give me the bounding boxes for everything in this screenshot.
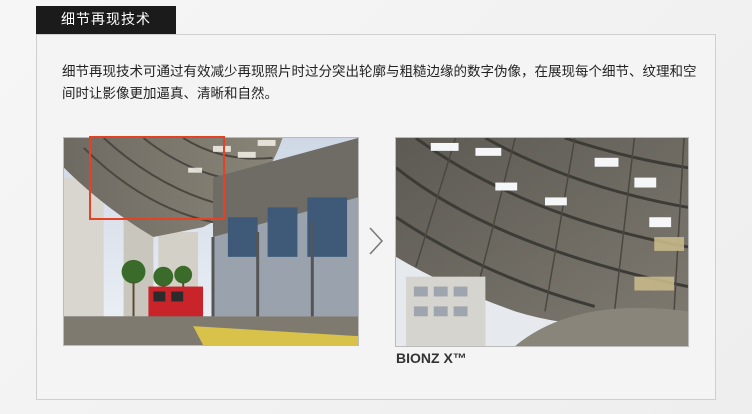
after-photo-caption: BIONZ X™ (396, 350, 467, 366)
section-title-tab: 细节再现技术 (36, 6, 176, 34)
section-description: 细节再现技术可通过有效减少再现照片时过分突出轮廓与粗糙边缘的数字伪像，在展现每个… (62, 64, 697, 102)
canopy-detail-image (396, 138, 688, 346)
zoom-region-highlight (89, 136, 225, 220)
section-title: 细节再现技术 (61, 12, 151, 28)
chevron-right-icon (369, 227, 384, 255)
after-photo (395, 137, 689, 347)
